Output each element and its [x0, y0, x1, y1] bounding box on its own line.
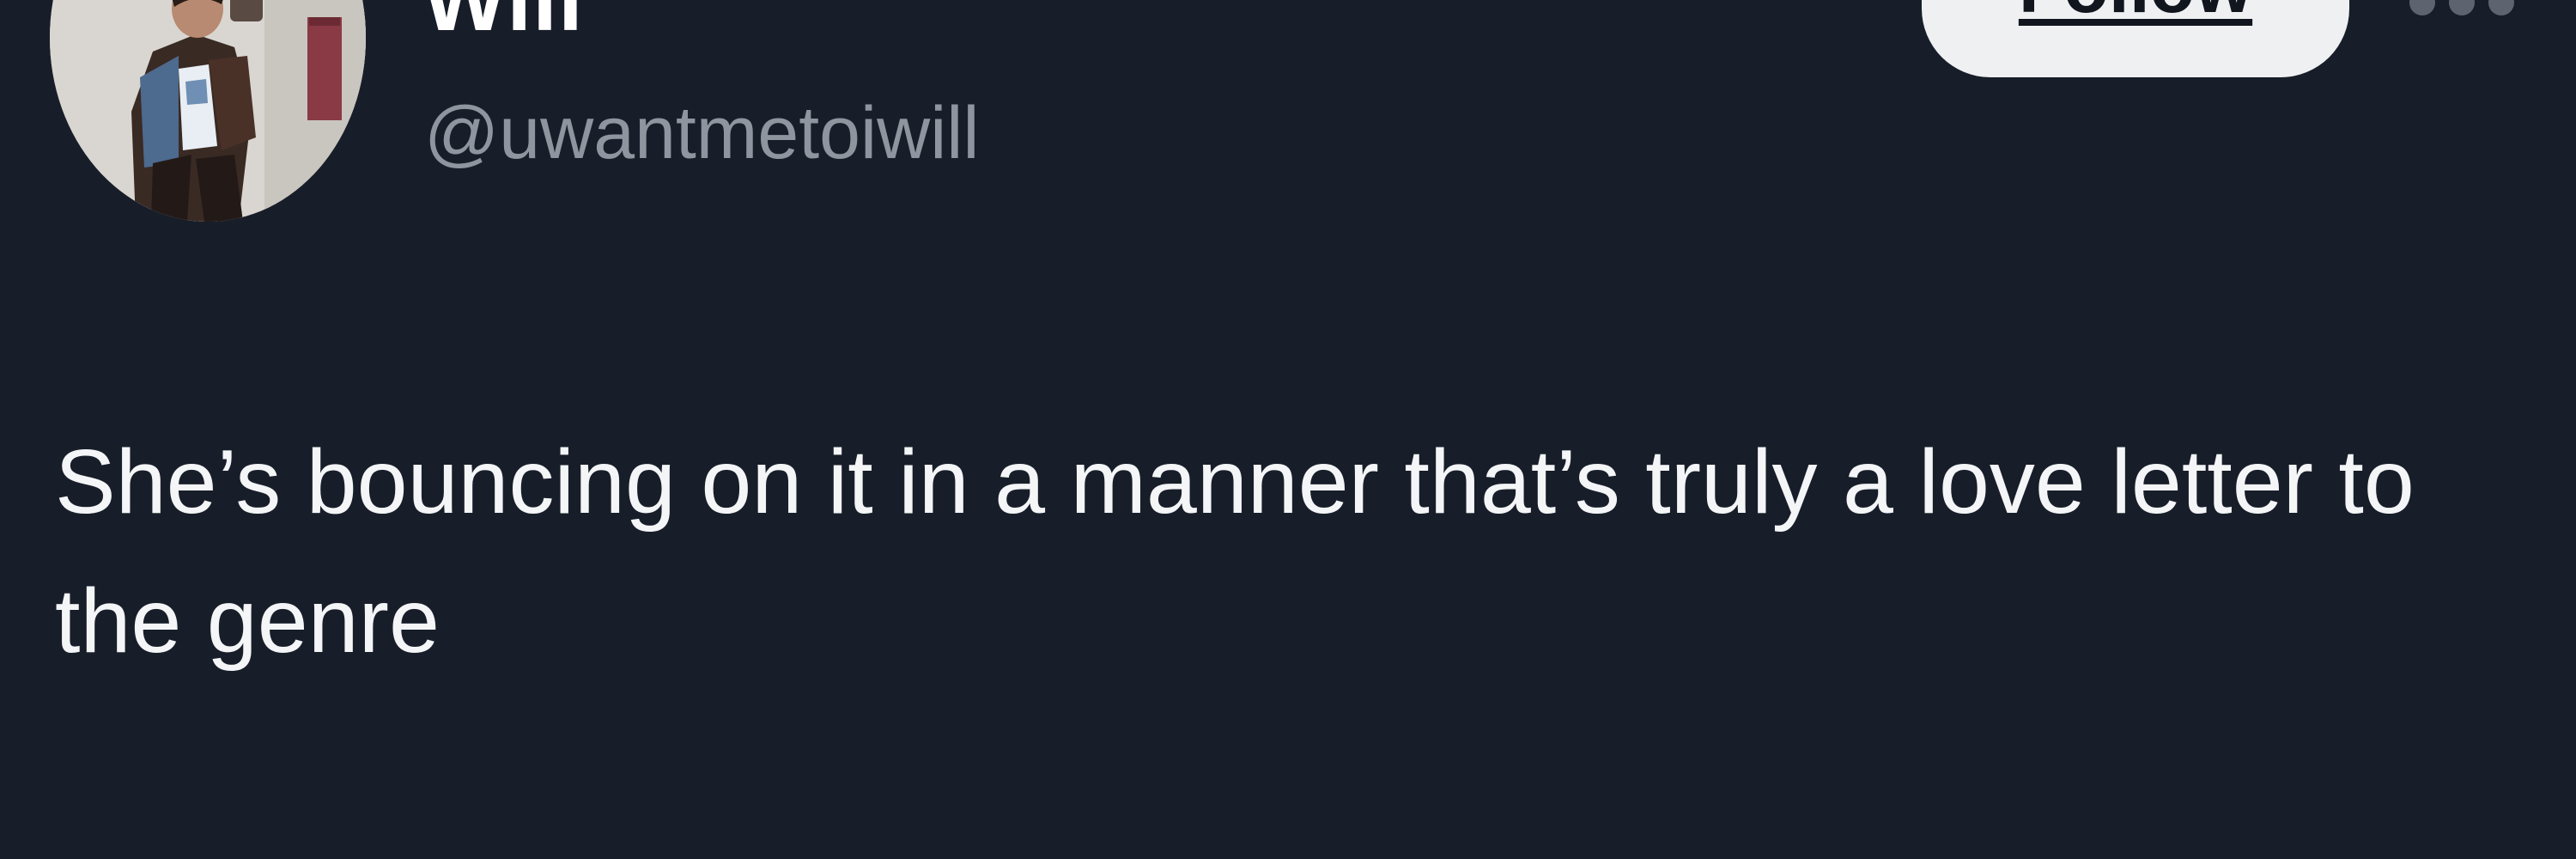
tweet-card: Will @uwantmetoiwill Follow She’s bounci… [0, 0, 2576, 859]
user-handle[interactable]: @uwantmetoiwill [424, 96, 980, 170]
profile-photo-icon [50, 0, 366, 222]
more-dot [2449, 0, 2475, 15]
more-dot [2409, 0, 2435, 15]
follow-button-label: Follow [1922, 0, 2349, 24]
more-dot [2488, 0, 2514, 15]
follow-button[interactable]: Follow [1922, 0, 2349, 77]
avatar[interactable] [50, 0, 366, 222]
more-dots-icon[interactable] [2409, 0, 2521, 24]
display-name[interactable]: Will [422, 0, 584, 45]
tweet-text: She’s bouncing on it in a manner that’s … [55, 431, 2415, 672]
